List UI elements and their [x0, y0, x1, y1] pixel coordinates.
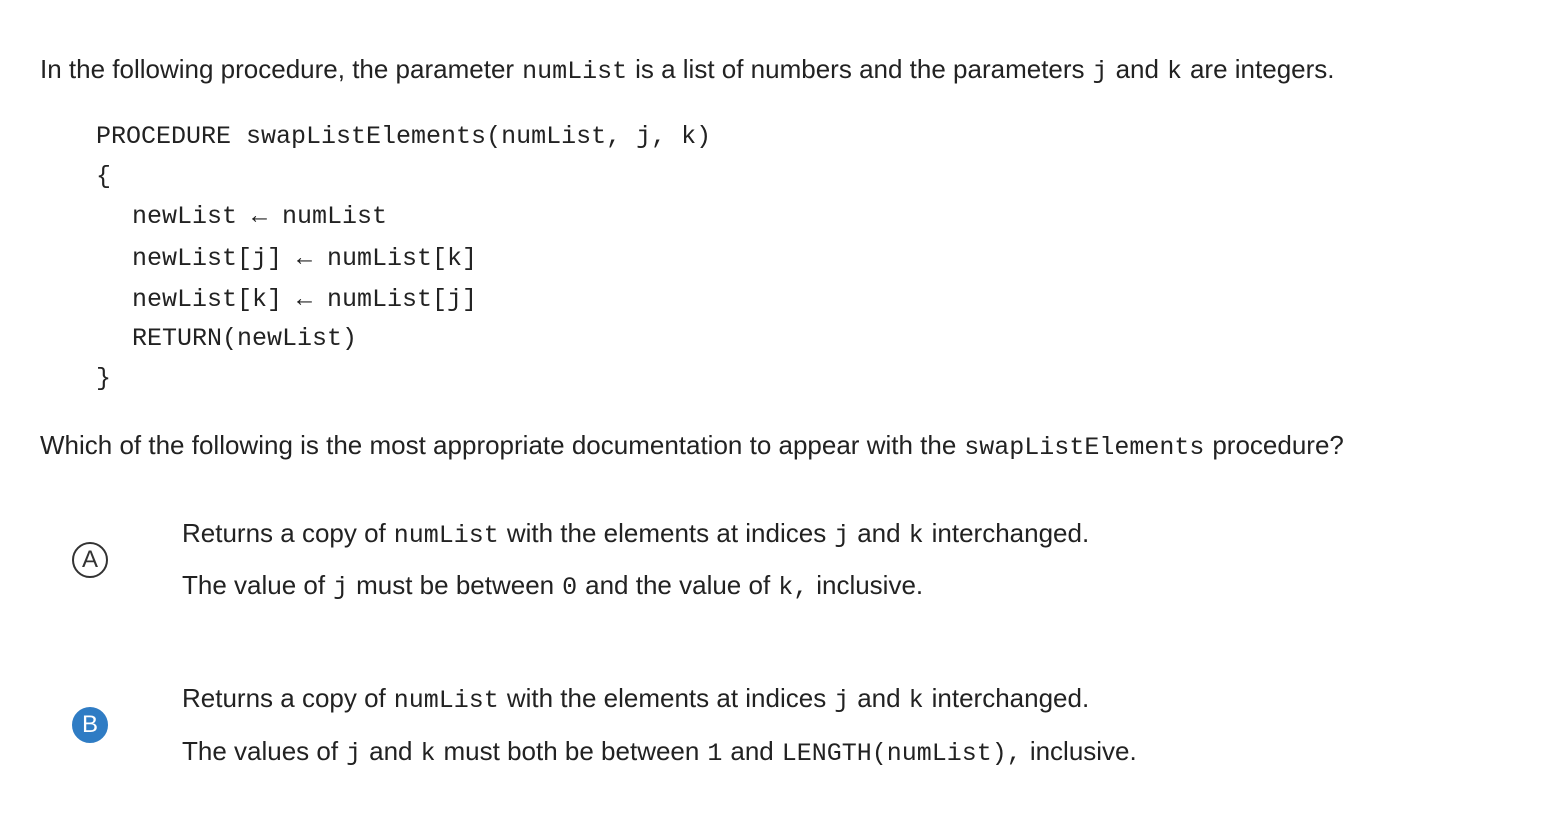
choice-b-radio-icon[interactable]: B [72, 707, 108, 743]
code-line-close-brace: } [96, 364, 112, 393]
choice-letter: B [81, 711, 98, 738]
choice-text: Returns a copy of [182, 518, 386, 548]
code-j: j [333, 573, 349, 602]
choice-text: inclusive. [1029, 736, 1137, 766]
choice-text: and [857, 518, 901, 548]
question-text: Which of the following is the most appro… [40, 428, 1344, 465]
prompt-text: In the following procedure, the paramete… [40, 54, 515, 84]
question-text-part: procedure? [1212, 430, 1344, 460]
prompt-text: and [1115, 54, 1159, 84]
code-k: k, [778, 573, 809, 602]
choice-text: interchanged. [931, 518, 1090, 548]
code-k: k [420, 739, 436, 768]
choice-text: The values of [182, 736, 339, 766]
question-text-part: Which of the following is the most appro… [40, 430, 957, 460]
choice-text: with the elements at indices [506, 683, 827, 713]
code-j: j [346, 739, 362, 768]
code-k: k [908, 686, 924, 715]
code-zero: 0 [562, 573, 578, 602]
code-numlist: numList [393, 521, 499, 550]
code-j: j [1092, 57, 1108, 86]
code-line-return: RETURN(newList) [132, 324, 358, 353]
code-k: k [1166, 57, 1182, 86]
choice-b-line-1: Returns a copy of numList with the element… [182, 681, 1089, 718]
choice-text: and [369, 736, 413, 766]
choice-text: must be between [356, 570, 555, 600]
code-j: j [834, 686, 850, 715]
choice-text: inclusive. [816, 570, 924, 600]
code-numlist: numList [393, 686, 499, 715]
choice-a-line-1: Returns a copy of numList with the element… [182, 516, 1089, 553]
question-prompt: In the following procedure, the paramete… [40, 52, 1335, 89]
choice-text: interchanged. [931, 683, 1090, 713]
code-one: 1 [707, 739, 723, 768]
answer-choice-b[interactable]: B Returns a copy of numList with the eleme… [0, 666, 1544, 796]
code-line-assign-k: newList[k] ← numList[j] [132, 285, 478, 314]
choice-a-radio-icon[interactable]: A [72, 542, 108, 578]
code-line-assign-copy: newList ← numList [132, 202, 388, 231]
code-line-header: PROCEDURE swapListElements(numList, j, k… [96, 122, 712, 151]
code-length-numlist: LENGTH(numList), [781, 739, 1022, 768]
code-j: j [834, 521, 850, 550]
choice-letter: A [81, 546, 98, 573]
prompt-text: is a list of numbers and the parameters [635, 54, 1085, 84]
answer-choice-a[interactable]: A Returns a copy of numList with the eleme… [0, 500, 1544, 630]
choice-text: and [857, 683, 901, 713]
choice-text: must both be between [443, 736, 700, 766]
choice-text: with the elements at indices [506, 518, 827, 548]
prompt-text: are integers. [1189, 54, 1335, 84]
code-line-assign-j: newList[j] ← numList[k] [132, 244, 478, 273]
code-numlist: numList [522, 57, 628, 86]
choice-text: and [730, 736, 774, 766]
choice-text: Returns a copy of [182, 683, 386, 713]
code-line-open-brace: { [96, 162, 112, 191]
code-k: k [908, 521, 924, 550]
choice-b-line-2: The values of j and k must both be between 1 a… [182, 734, 1137, 771]
choice-text: The value of [182, 570, 326, 600]
choice-a-line-2: The value of j must be between 0 and the val… [182, 568, 923, 605]
choice-text: and the value of [585, 570, 771, 600]
code-procedure-name: swapListElements [964, 433, 1205, 462]
